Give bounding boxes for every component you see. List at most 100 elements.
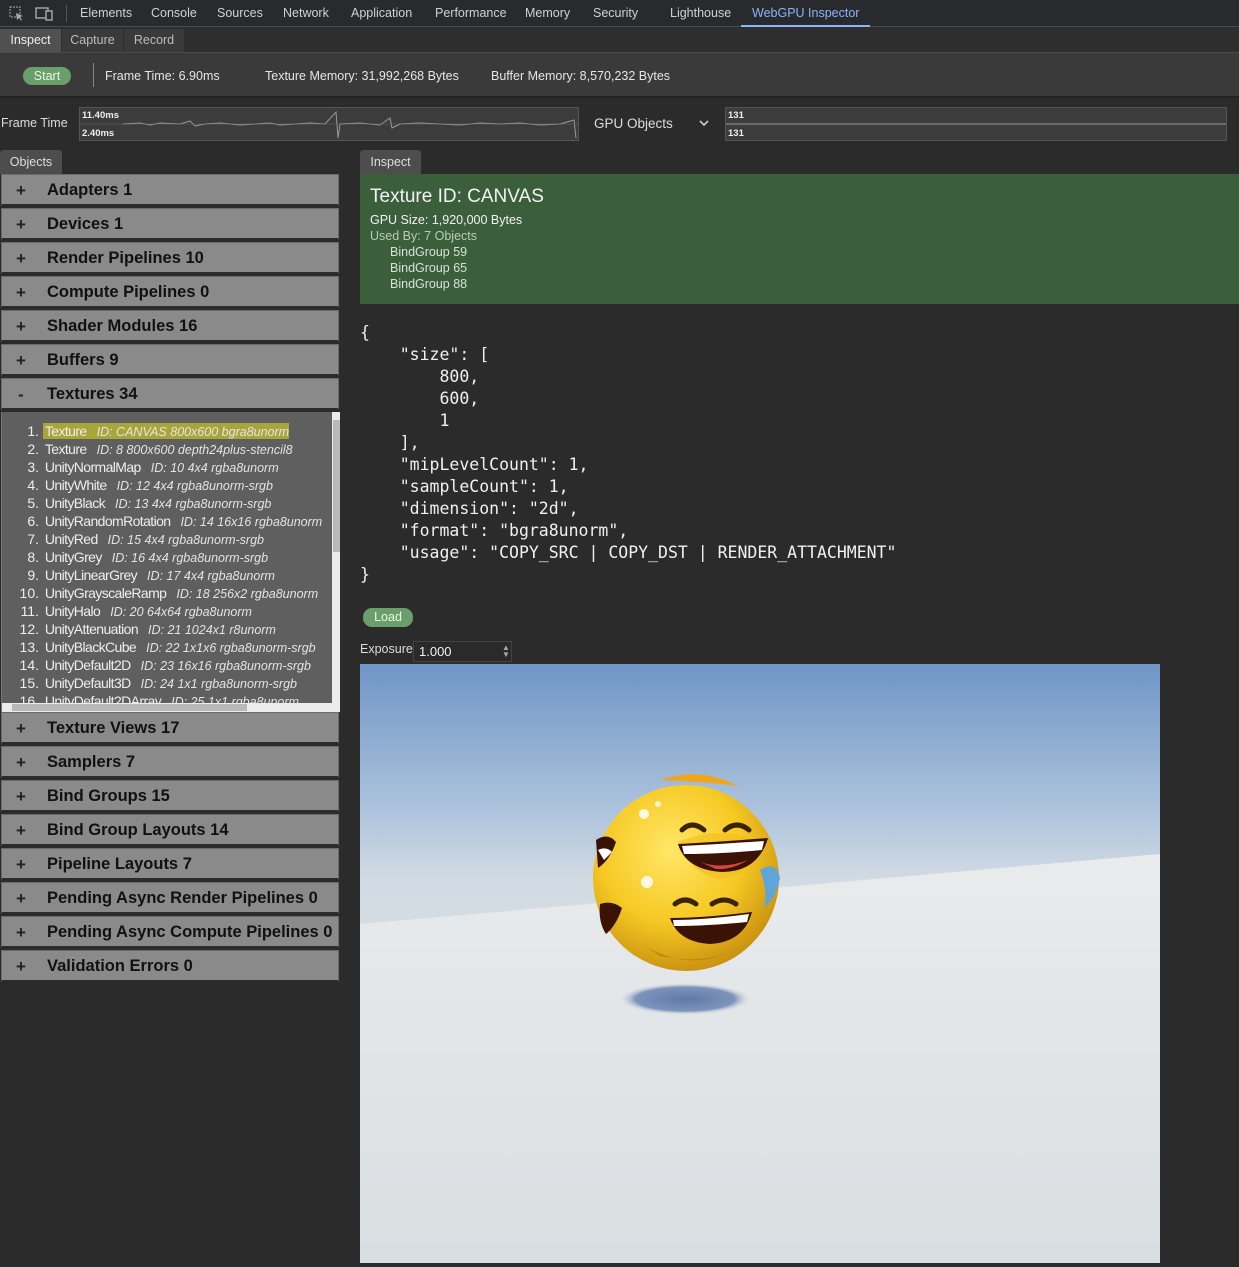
texture-list-item[interactable]: 11. UnityHalo ID: 20 64x64 rgba8unorm	[2, 602, 334, 620]
expand-icon: +	[16, 855, 26, 874]
texture-title: Texture ID: CANVAS	[370, 186, 544, 207]
tab-sources[interactable]: Sources	[217, 0, 263, 27]
category-pending-async-render-pipelines[interactable]: + Pending Async Render Pipelines 0	[1, 882, 339, 914]
category-label: Shader Modules 16	[47, 317, 198, 335]
texture-list-item[interactable]: 4. UnityWhite ID: 12 4x4 rgba8unorm-srgb	[2, 476, 334, 494]
category-label: Bind Group Layouts 14	[47, 821, 229, 839]
category-devices[interactable]: + Devices 1	[1, 208, 339, 240]
item-meta: ID: CANVAS 800x600 bgra8unorm	[96, 425, 290, 439]
scrollbar-thumb[interactable]	[333, 420, 340, 552]
item-meta: ID: 8 800x600 depth24plus-stencil8	[96, 443, 293, 457]
tab-elements[interactable]: Elements	[80, 0, 132, 27]
item-number: 14.	[19, 657, 39, 673]
texture-list-item[interactable]: 14. UnityDefault2D ID: 23 16x16 rgba8unor…	[2, 656, 334, 674]
texture-list-item[interactable]: 12. UnityAttenuation ID: 21 1024x1 r8unor…	[2, 620, 334, 638]
category-shader-modules[interactable]: + Shader Modules 16	[1, 310, 339, 342]
item-name: UnityLinearGrey	[44, 567, 138, 583]
horizontal-scrollbar[interactable]	[2, 703, 332, 712]
used-by-summary: Used By: 7 Objects	[370, 229, 477, 243]
texture-list-item[interactable]: 16. UnityDefault2DArray ID: 25 1x1 rgba8u…	[2, 692, 334, 703]
texture-list-item[interactable]: 15. UnityDefault3D ID: 24 1x1 rgba8unorm-…	[2, 674, 334, 692]
item-name: Texture	[44, 441, 87, 457]
texture-list-item[interactable]: 5. UnityBlack ID: 13 4x4 rgba8unorm-srgb	[2, 494, 334, 512]
texture-info-card: Texture ID: CANVAS GPU Size: 1,920,000 B…	[360, 174, 1239, 304]
spinner-arrows-icon[interactable]: ▲ ▼	[502, 644, 510, 659]
item-name: UnityNormalMap	[44, 459, 141, 475]
category-textures[interactable]: - Textures 34	[1, 378, 339, 410]
frame-time-sparkline	[80, 110, 578, 139]
category-validation-errors[interactable]: + Validation Errors 0	[1, 950, 339, 982]
category-label: Adapters 1	[47, 181, 133, 199]
texture-list-item[interactable]: 9. UnityLinearGrey ID: 17 4x4 rgba8unorm	[2, 566, 334, 584]
item-name: UnityBlackCube	[44, 639, 137, 655]
texture-list-item[interactable]: 7. UnityRed ID: 15 4x4 rgba8unorm-srgb	[2, 530, 334, 548]
category-adapters[interactable]: + Adapters 1	[1, 174, 339, 206]
item-meta: ID: 20 64x64 rgba8unorm	[110, 605, 252, 619]
used-by-link[interactable]: BindGroup 65	[390, 261, 467, 275]
graph-row: Frame Time 11.40ms 2.40ms GPU Objects 13…	[0, 104, 1239, 144]
texture-list-item[interactable]: 13. UnityBlackCube ID: 22 1x1x6 rgba8unor…	[2, 638, 334, 656]
vertical-scrollbar[interactable]	[332, 412, 340, 712]
category-label: Render Pipelines 10	[47, 249, 204, 267]
category-render-pipelines[interactable]: + Render Pipelines 10	[1, 242, 339, 274]
item-meta: ID: 12 4x4 rgba8unorm-srgb	[116, 479, 273, 493]
item-number: 6.	[27, 513, 39, 529]
tab-memory[interactable]: Memory	[525, 0, 570, 27]
exposure-input[interactable]	[413, 641, 512, 662]
tab-application[interactable]: Application	[351, 0, 412, 27]
expand-icon: +	[16, 957, 26, 976]
item-name: UnityAttenuation	[44, 621, 139, 637]
tab-lighthouse[interactable]: Lighthouse	[670, 0, 731, 27]
texture-list-item[interactable]: 8. UnityGrey ID: 16 4x4 rgba8unorm-srgb	[2, 548, 334, 566]
item-name: UnityGrey	[44, 549, 102, 565]
expand-icon: +	[16, 317, 26, 336]
category-pending-async-compute-pipelines[interactable]: + Pending Async Compute Pipelines 0	[1, 916, 339, 948]
inspect-element-icon[interactable]	[8, 5, 26, 21]
category-buffers[interactable]: + Buffers 9	[1, 344, 339, 376]
texture-list-item[interactable]: 10. UnityGrayscaleRamp ID: 18 256x2 rgba8…	[2, 584, 334, 602]
category-bind-groups[interactable]: + Bind Groups 15	[1, 780, 339, 812]
category-texture-views[interactable]: + Texture Views 17	[1, 712, 339, 744]
texture-descriptor-json: { "size": [ 800, 600, 1 ], "mipLevelCoun…	[360, 323, 897, 584]
category-compute-pipelines[interactable]: + Compute Pipelines 0	[1, 276, 339, 308]
item-number: 7.	[27, 531, 39, 547]
item-meta: ID: 24 1x1 rgba8unorm-srgb	[140, 677, 297, 691]
gpu-objects-sparkline	[726, 123, 1226, 125]
expand-icon: +	[16, 889, 26, 908]
tab-capture-mode[interactable]: Capture	[62, 29, 123, 52]
device-toolbar-icon[interactable]	[35, 5, 53, 21]
texture-list-item[interactable]: 6. UnityRandomRotation ID: 14 16x16 rgba8…	[2, 512, 334, 530]
item-number: 4.	[27, 477, 39, 493]
tab-console[interactable]: Console	[151, 0, 197, 27]
category-label: Texture Views 17	[47, 719, 180, 737]
item-number: 3.	[27, 459, 39, 475]
graph-type-select[interactable]: GPU Objects	[586, 110, 716, 138]
scrollbar-thumb[interactable]	[12, 704, 247, 711]
category-bind-group-layouts[interactable]: + Bind Group Layouts 14	[1, 814, 339, 846]
tab-security[interactable]: Security	[593, 0, 638, 27]
inspect-panel-tab[interactable]: Inspect	[360, 150, 421, 174]
category-samplers[interactable]: + Samplers 7	[1, 746, 339, 778]
texture-list-item[interactable]: 3. UnityNormalMap ID: 10 4x4 rgba8unorm	[2, 458, 334, 476]
item-meta: ID: 10 4x4 rgba8unorm	[150, 461, 279, 475]
tab-inspect-mode[interactable]: Inspect	[0, 29, 61, 52]
objects-panel-tab[interactable]: Objects	[0, 150, 62, 174]
tab-webgpu-inspector[interactable]: WebGPU Inspector	[741, 0, 871, 27]
tab-network[interactable]: Network	[283, 0, 329, 27]
texture-memory-stat: Texture Memory: 31,992,268 Bytes	[265, 69, 459, 83]
frame-time-graph: 11.40ms 2.40ms	[79, 107, 579, 141]
used-by-link[interactable]: BindGroup 88	[390, 277, 467, 291]
category-label: Bind Groups 15	[47, 787, 170, 805]
toolbar-divider	[66, 5, 67, 22]
texture-list-item-selected[interactable]: 1. Texture ID: CANVAS 800x600 bgra8unorm	[2, 422, 334, 440]
tab-performance[interactable]: Performance	[435, 0, 507, 27]
category-pipeline-layouts[interactable]: + Pipeline Layouts 7	[1, 848, 339, 880]
texture-preview-canvas	[360, 664, 1160, 1263]
graph-type-select-value: GPU Objects	[594, 116, 673, 131]
start-button[interactable]: Start	[23, 67, 71, 85]
used-by-link[interactable]: BindGroup 59	[390, 245, 467, 259]
category-label: Pipeline Layouts 7	[47, 855, 192, 873]
texture-list-item[interactable]: 2. Texture ID: 8 800x600 depth24plus-sten…	[2, 440, 334, 458]
load-button[interactable]: Load	[363, 608, 413, 627]
tab-record-mode[interactable]: Record	[124, 29, 184, 52]
